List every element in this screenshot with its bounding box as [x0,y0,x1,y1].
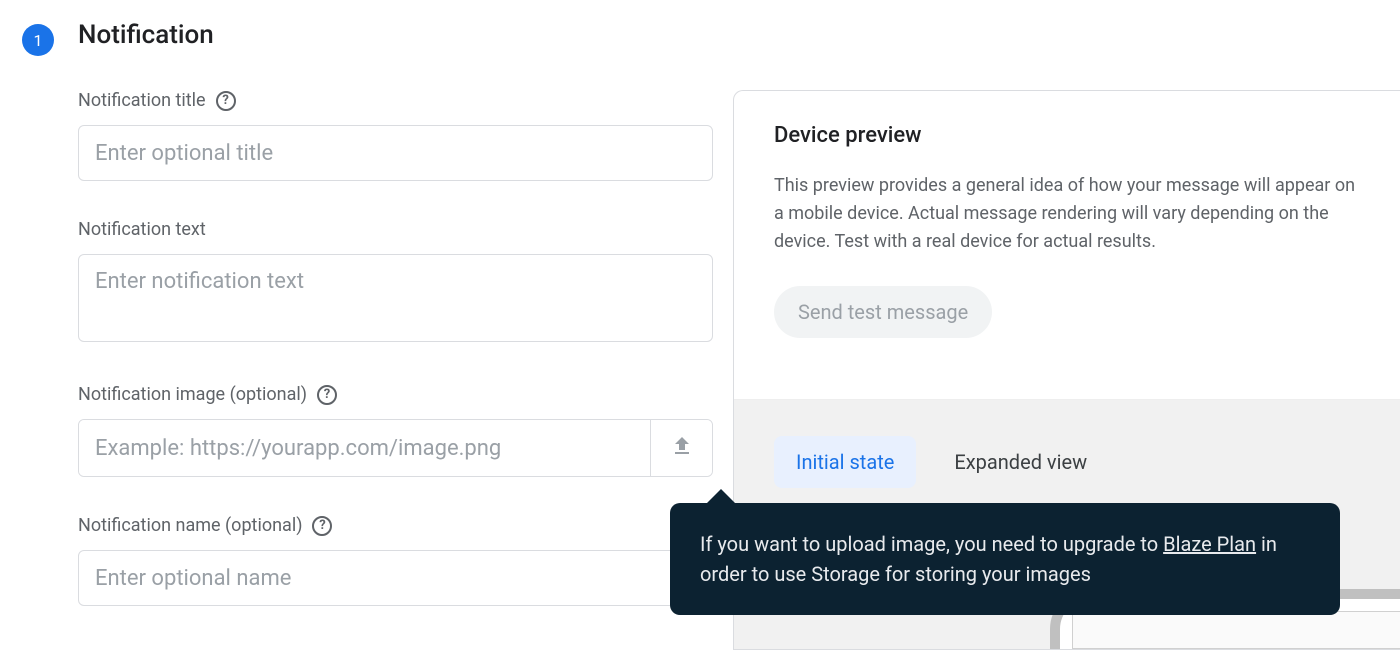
field-name: Notification name (optional) ? [78,515,713,606]
field-text: Notification text [78,219,713,346]
tooltip-arrow-icon [707,489,735,503]
field-title-label: Notification title [78,90,206,111]
preview-heading: Device preview [774,123,1360,148]
tab-expanded-view[interactable]: Expanded view [932,436,1109,488]
help-icon[interactable]: ? [216,91,236,111]
field-image-label: Notification image (optional) [78,384,307,405]
tooltip-text-prefix: If you want to upload image, you need to… [700,532,1163,556]
step-title: Notification [78,20,1400,50]
title-input[interactable] [78,125,713,181]
field-name-label: Notification name (optional) [78,515,302,536]
step-number-badge: 1 [22,24,54,56]
notification-form: Notification title ? Notification text N… [78,90,733,606]
blaze-plan-link[interactable]: Blaze Plan [1163,532,1256,556]
tab-initial-state[interactable]: Initial state [774,436,916,488]
image-url-input[interactable] [79,420,650,476]
upload-tooltip: If you want to upload image, you need to… [670,503,1340,615]
field-text-label: Notification text [78,219,206,240]
preview-description: This preview provides a general idea of … [774,172,1360,256]
help-icon[interactable]: ? [312,516,332,536]
field-image: Notification image (optional) ? [78,384,713,477]
field-title: Notification title ? [78,90,713,181]
upload-image-button[interactable] [650,420,712,476]
send-test-button[interactable]: Send test message [774,286,992,338]
upload-icon [670,434,694,462]
name-input[interactable] [78,550,713,606]
text-input[interactable] [78,254,713,342]
help-icon[interactable]: ? [317,385,337,405]
